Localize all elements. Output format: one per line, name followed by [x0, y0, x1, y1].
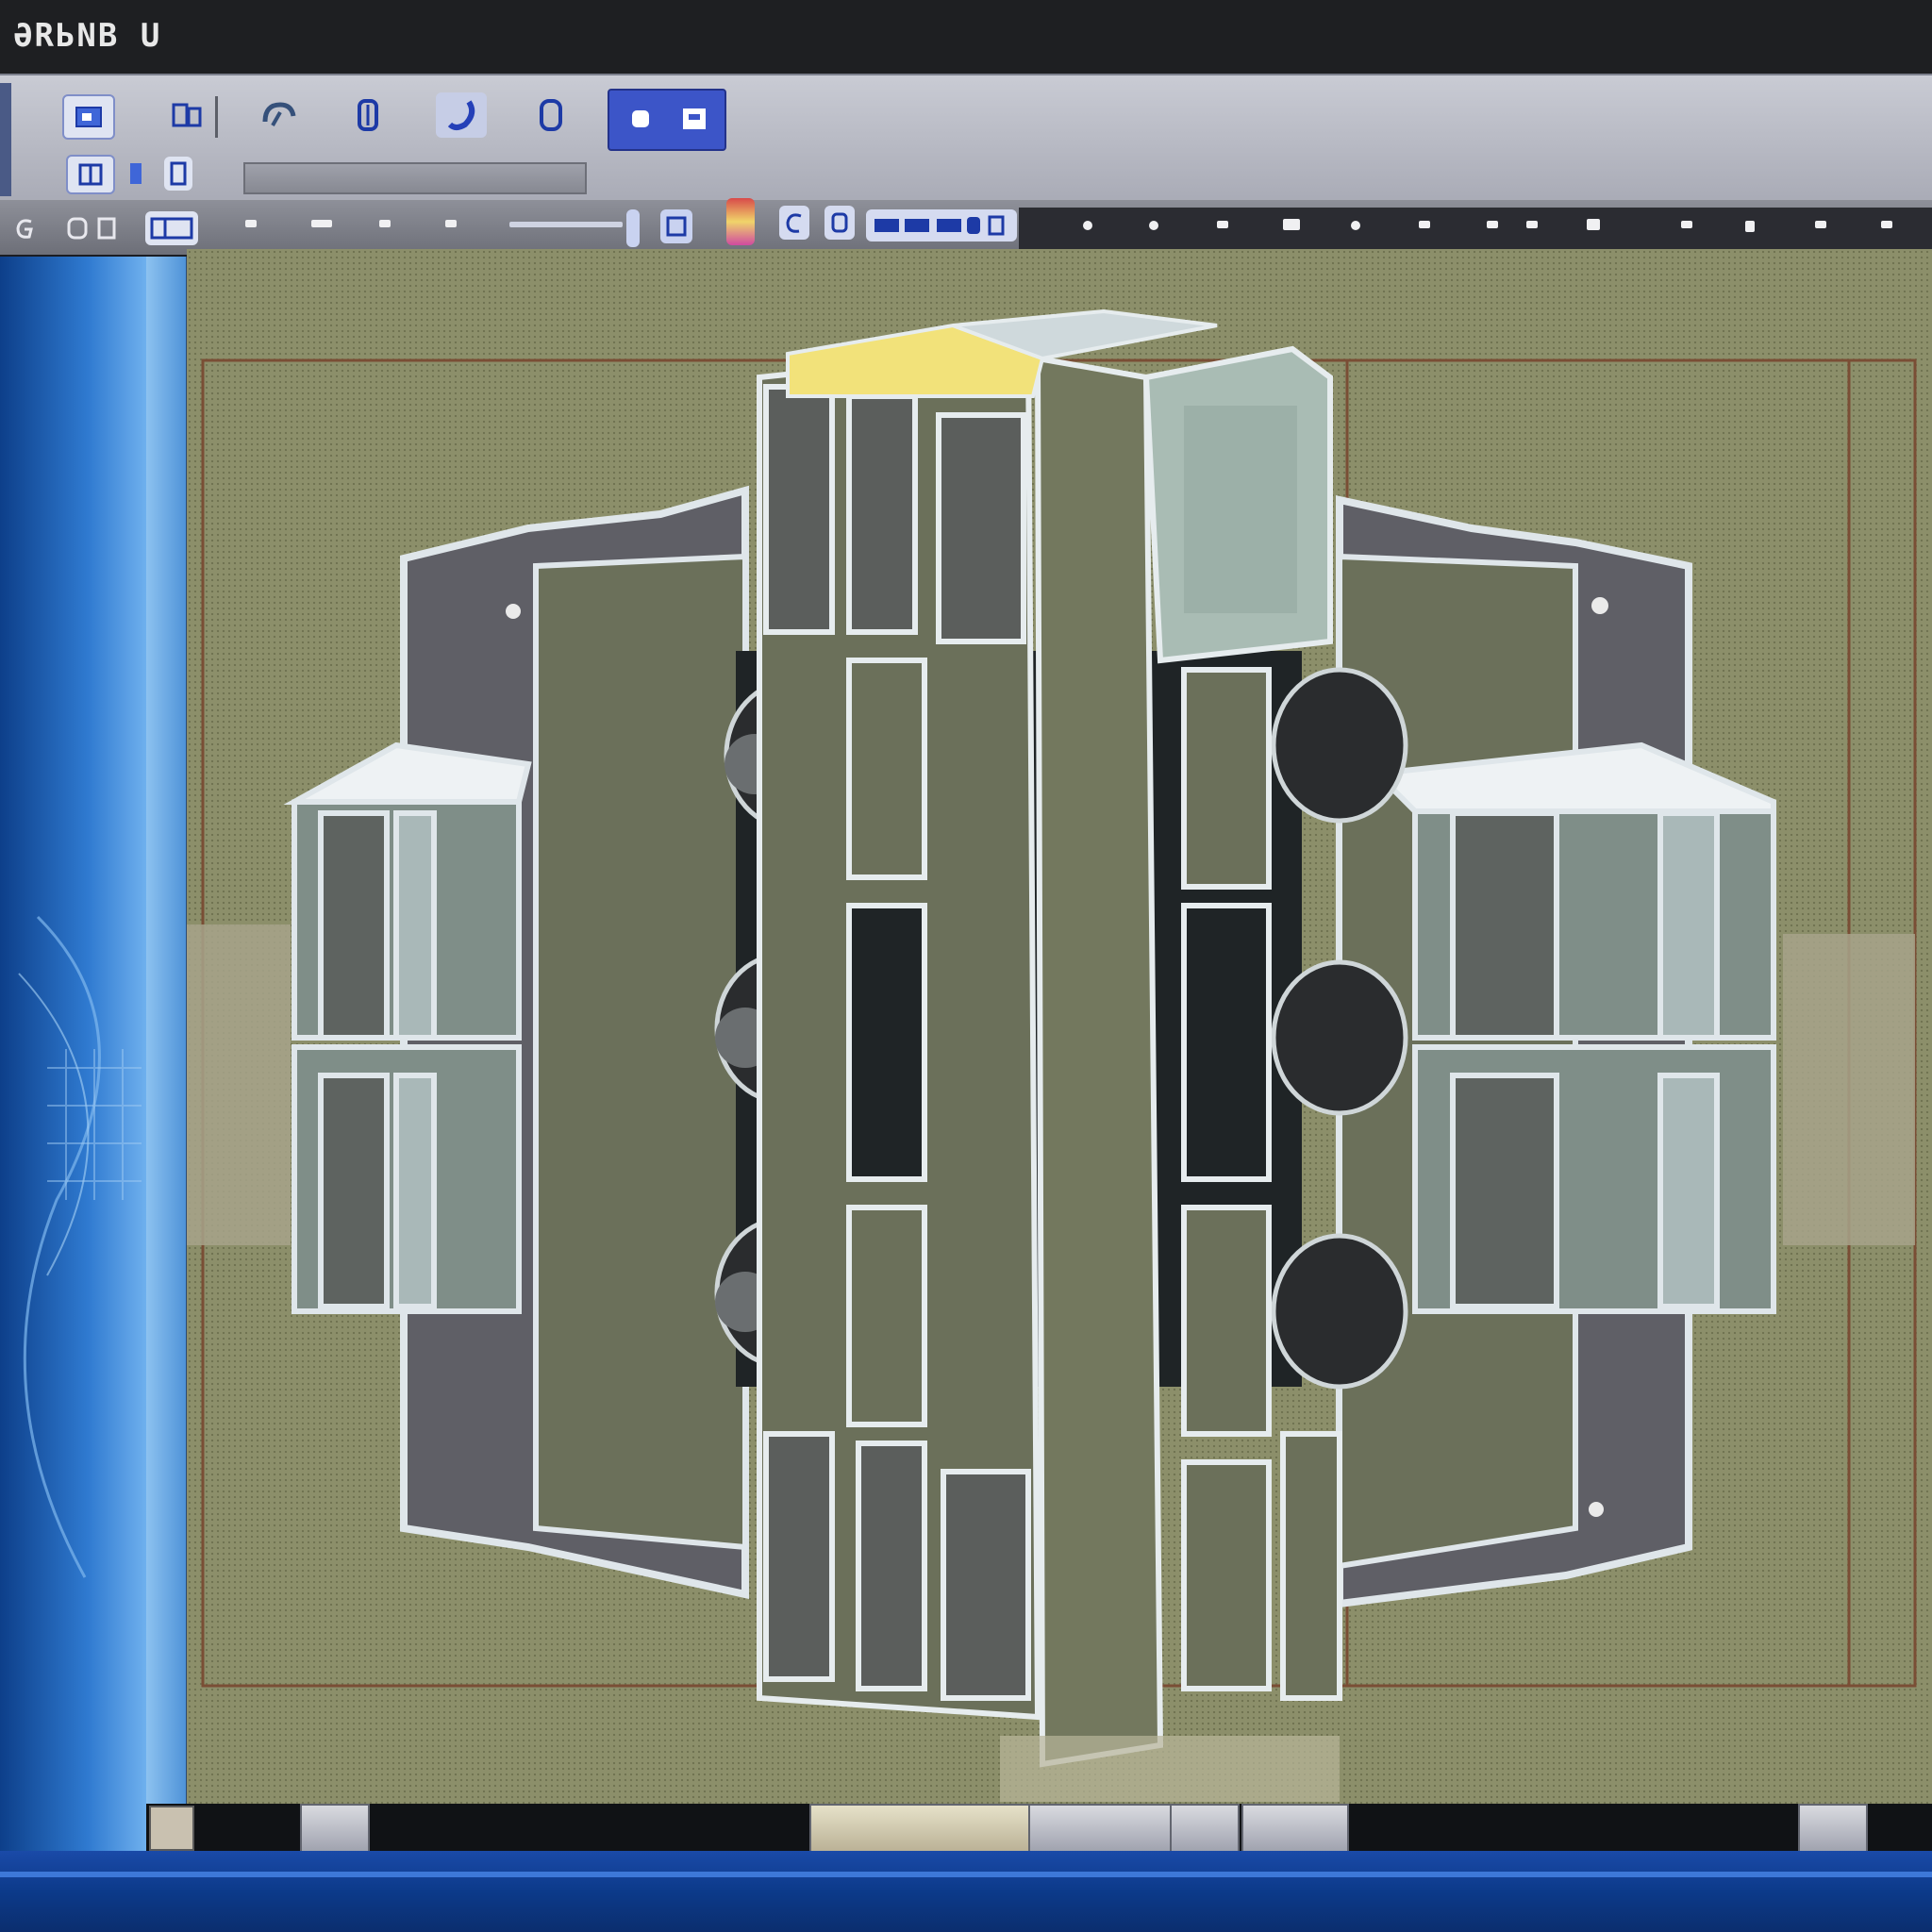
scroll-thumb-left[interactable] [300, 1804, 370, 1855]
color-swatch-icon[interactable] [726, 198, 755, 245]
fill-icon[interactable] [779, 206, 809, 240]
pen-icon[interactable] [345, 94, 391, 136]
panel-icon[interactable] [660, 209, 692, 243]
frame-icon[interactable] [145, 211, 198, 245]
left-panel [0, 257, 146, 1851]
vertical-scrollbar[interactable] [146, 257, 188, 1841]
toolbar-handle[interactable] [0, 83, 11, 196]
status-field-3 [1170, 1804, 1240, 1855]
status-field-1 [809, 1804, 1030, 1855]
marker-icon[interactable] [626, 209, 640, 247]
status-field-4 [1241, 1804, 1349, 1855]
snap-icon[interactable] [123, 157, 149, 191]
window-title: ƏRЬNB U [13, 17, 162, 55]
rotate-icon[interactable] [255, 94, 302, 136]
stroke-icon[interactable] [824, 206, 855, 240]
taskbar [0, 1851, 1932, 1932]
mode-group-icon[interactable] [866, 209, 1017, 242]
document-icon[interactable] [532, 94, 570, 136]
status-field-2 [1028, 1804, 1174, 1855]
scroll-thumb-right[interactable] [1798, 1804, 1868, 1855]
toolbar-separator [215, 96, 218, 138]
view-group[interactable] [608, 89, 726, 151]
layers-icon[interactable] [164, 94, 211, 136]
panel-art [18, 915, 142, 1578]
machine-illustration [187, 308, 1917, 1802]
drawing-canvas[interactable] [187, 249, 1932, 1806]
measure-icon[interactable] [164, 157, 192, 191]
path-field[interactable] [243, 162, 587, 194]
paint-icon[interactable] [436, 92, 487, 138]
grid-icon[interactable] [66, 155, 115, 194]
scroll-corner-icon[interactable] [149, 1806, 194, 1851]
new-icon[interactable] [62, 94, 115, 140]
g-icon[interactable] [9, 211, 40, 245]
tool-group-icon[interactable] [62, 211, 128, 245]
title-bar: ƏRЬNB U [0, 0, 1932, 74]
taskbar-highlight [0, 1872, 1932, 1877]
